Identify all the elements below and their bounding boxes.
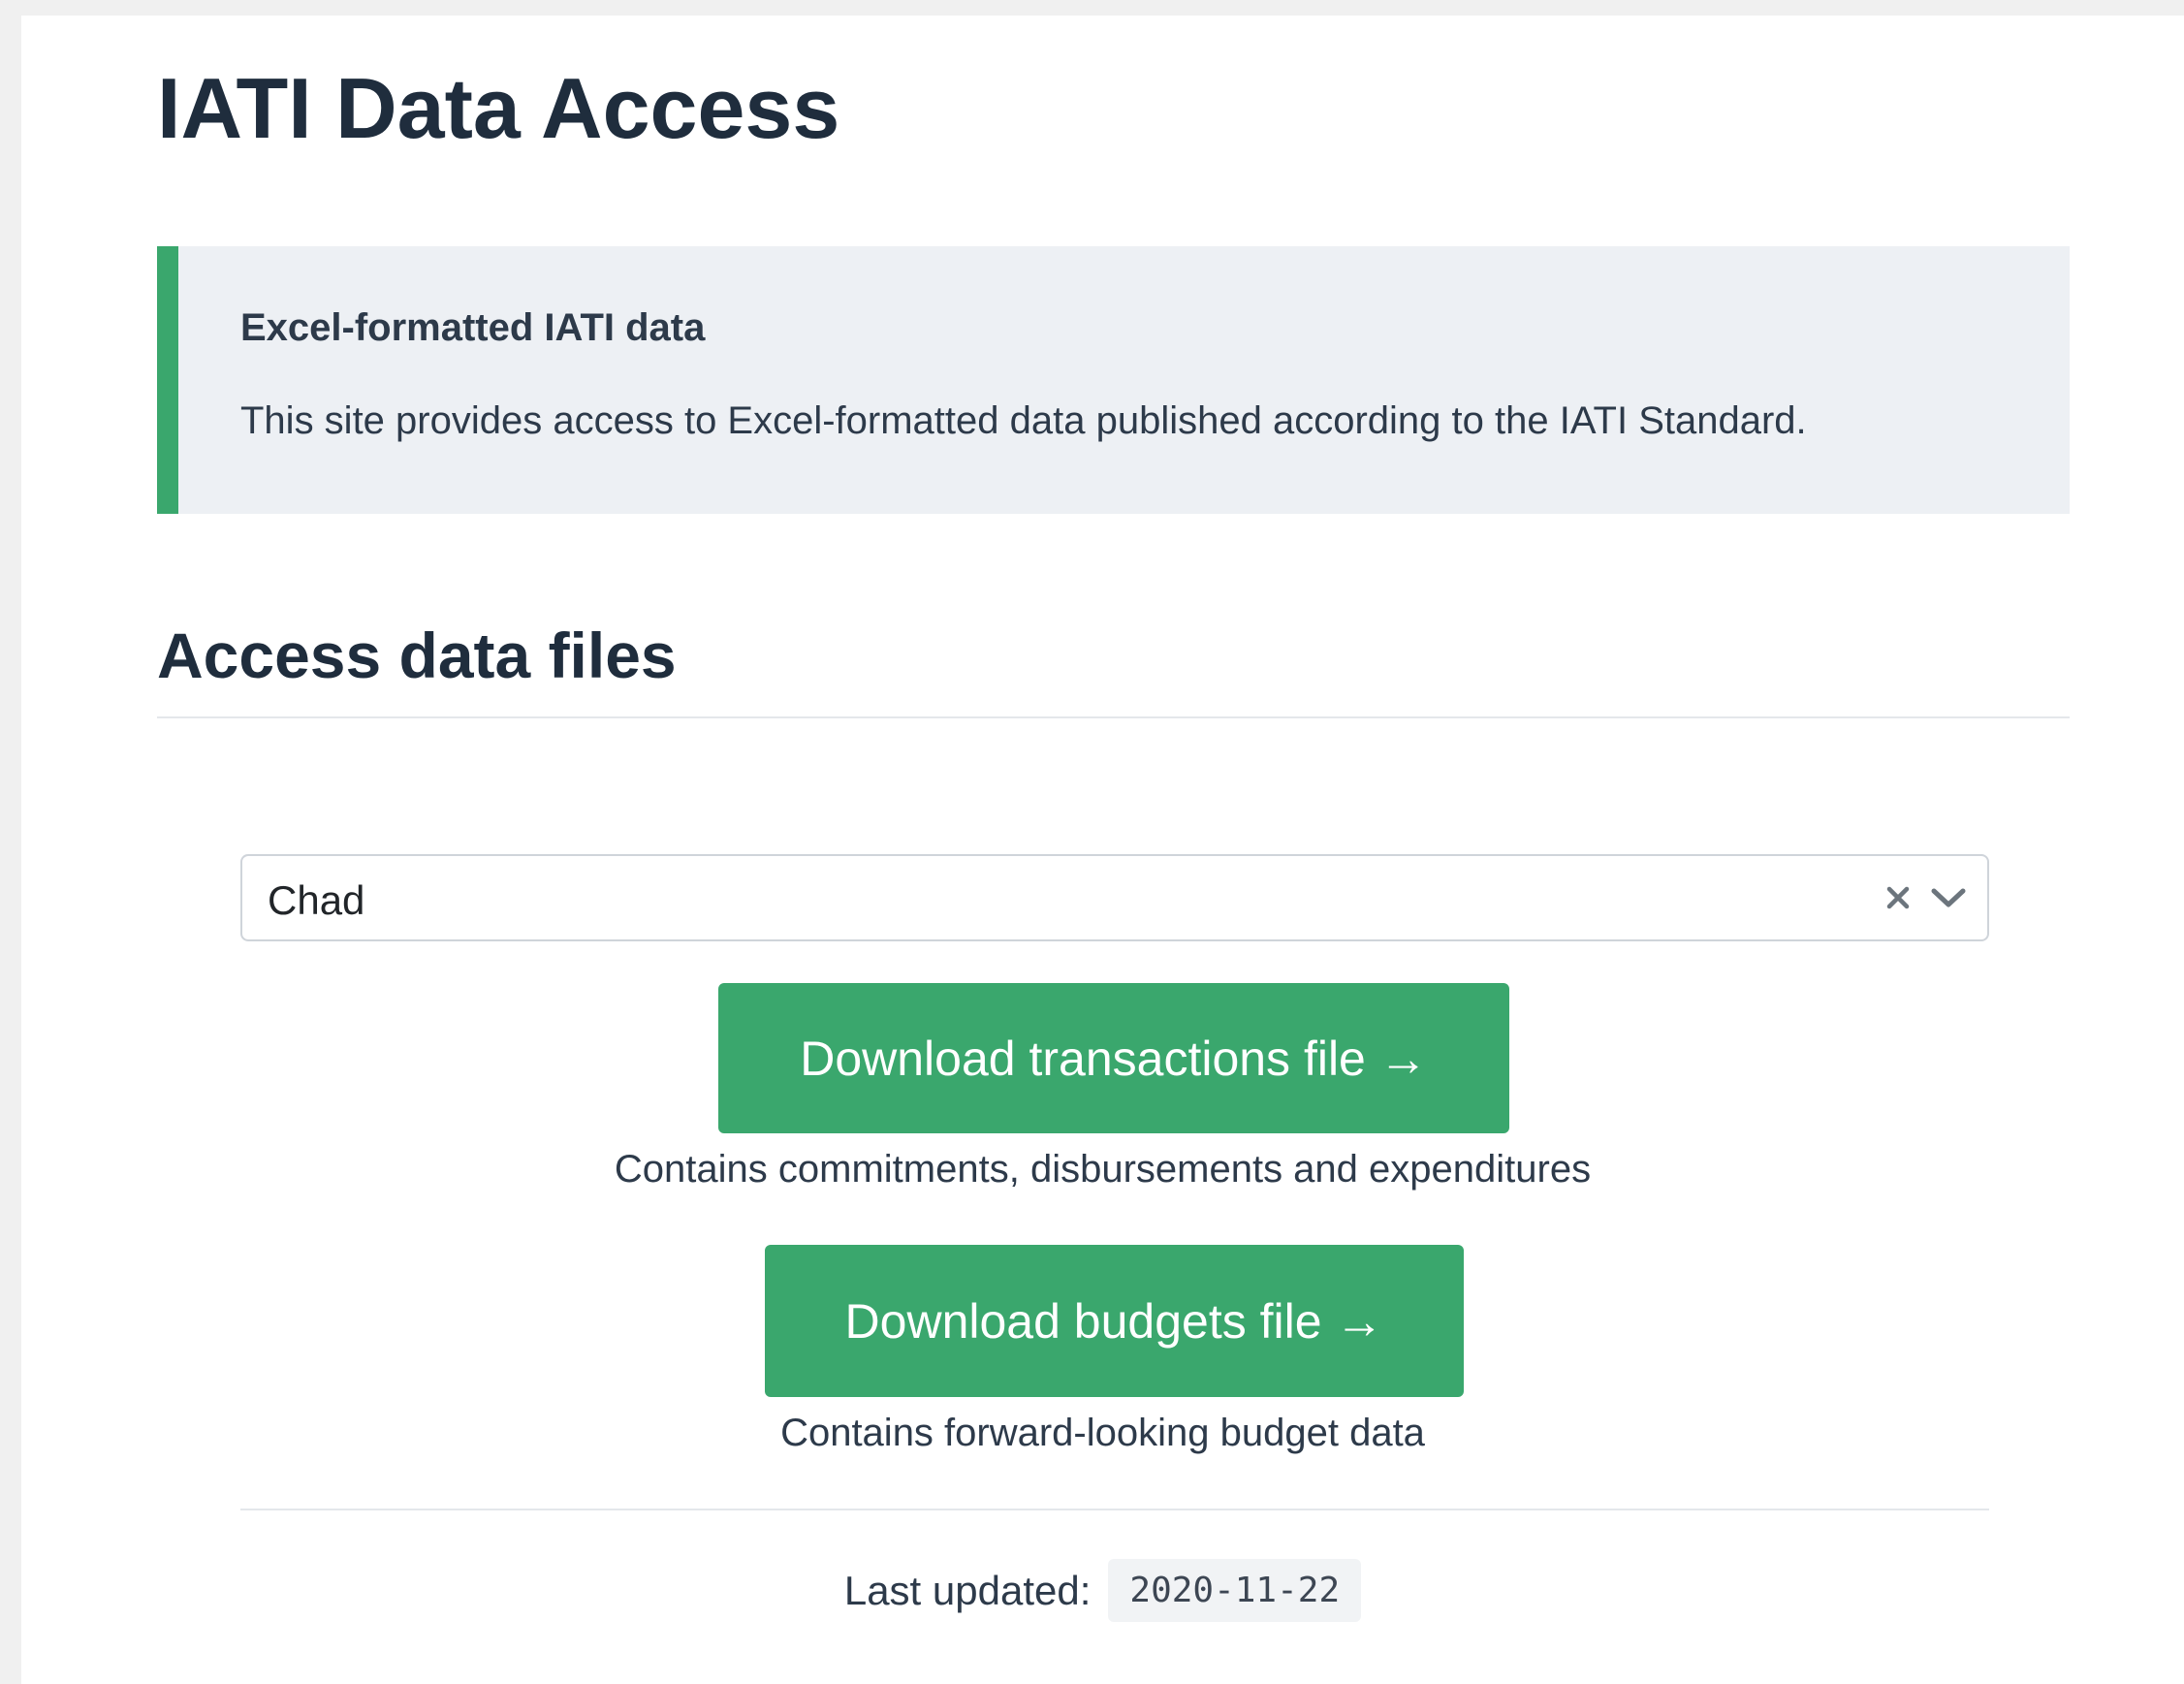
section-divider (157, 716, 2070, 718)
last-updated-label: Last updated: (843, 1567, 1092, 1613)
budgets-caption: Contains forward-looking budget data (780, 1412, 1425, 1454)
last-updated-date: 2020-11-22 (1108, 1559, 1362, 1622)
download-transactions-button[interactable]: Download transactions file → (718, 983, 1509, 1133)
chevron-down-icon[interactable] (1925, 875, 1972, 920)
info-callout: Excel-formatted IATI data This site prov… (157, 246, 2070, 514)
download-budgets-button[interactable]: Download budgets file → (765, 1245, 1464, 1397)
footer-divider (240, 1509, 1989, 1510)
callout-text: This site provides access to Excel-forma… (240, 399, 1807, 442)
page: IATI Data Access Excel-formatted IATI da… (21, 16, 2184, 1684)
country-select-value: Chad (268, 877, 365, 923)
last-updated: Last updated: 2020-11-22 (21, 1559, 2184, 1622)
page-title: IATI Data Access (157, 60, 840, 156)
close-icon[interactable] (1879, 875, 1917, 920)
callout-heading: Excel-formatted IATI data (240, 306, 706, 349)
country-select[interactable]: Chad (240, 854, 1989, 941)
section-heading: Access data files (157, 620, 677, 691)
transactions-caption: Contains commitments, disbursements and … (614, 1148, 1592, 1191)
